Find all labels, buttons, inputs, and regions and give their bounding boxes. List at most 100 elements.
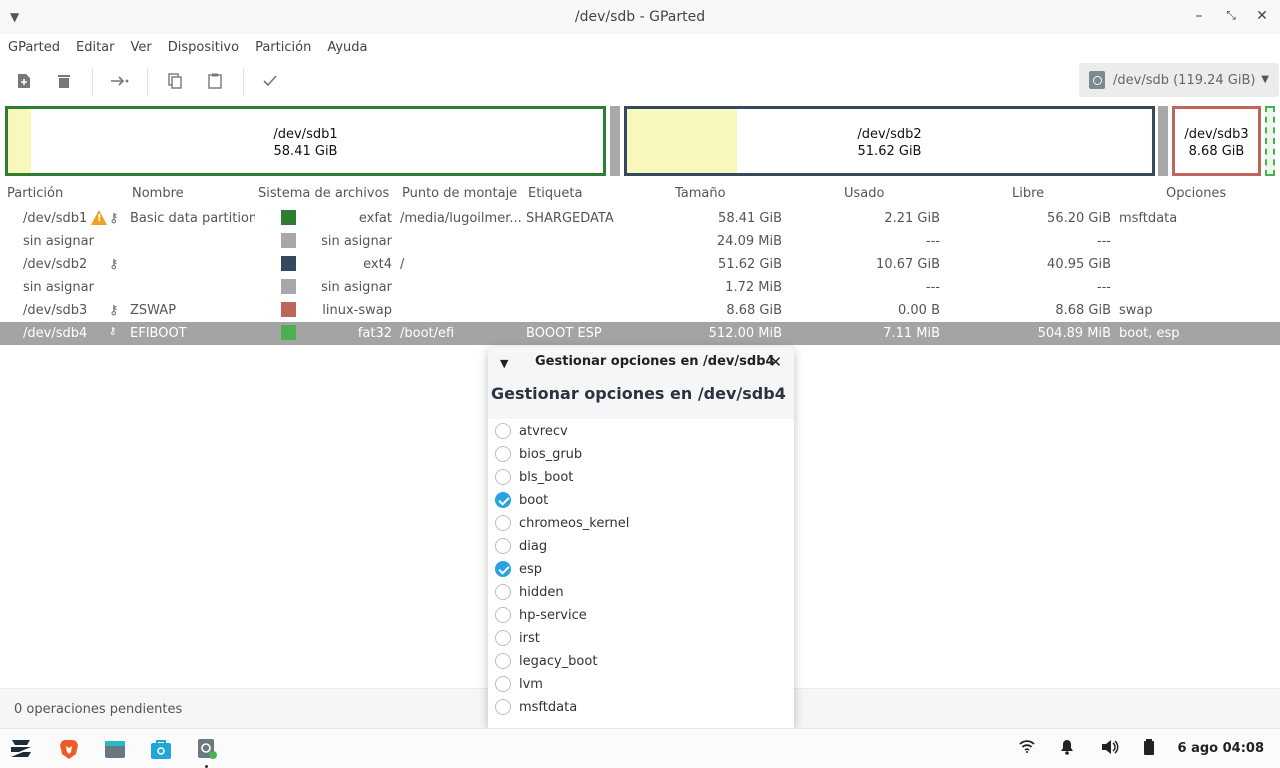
flag-item[interactable]: bios_grub	[488, 443, 794, 466]
flag-item[interactable]: esp	[488, 558, 794, 581]
column-header[interactable]: Opciones	[1166, 186, 1226, 201]
close-icon[interactable]: ✕	[1252, 8, 1272, 24]
flag-item[interactable]: diag	[488, 535, 794, 558]
restore-icon[interactable]: ⤡	[1221, 8, 1241, 23]
cell-flags: boot, esp	[1119, 326, 1180, 341]
checkbox-unchecked[interactable]	[495, 423, 511, 439]
flag-label: irst	[519, 631, 540, 646]
device-selector-label: /dev/sdb (119.24 GiB)	[1113, 72, 1256, 88]
flag-item[interactable]: lvm	[488, 673, 794, 696]
column-header[interactable]: Punto de montaje	[402, 186, 517, 201]
fs-color-swatch	[281, 233, 296, 248]
flag-item[interactable]: hidden	[488, 581, 794, 604]
flag-item[interactable]: bls_boot	[488, 466, 794, 489]
notifications-icon[interactable]	[1060, 739, 1074, 759]
column-header[interactable]: Etiqueta	[528, 186, 582, 201]
map-partition-size: 51.62 GiB	[857, 144, 922, 159]
battery-icon[interactable]	[1143, 739, 1155, 759]
checkbox-unchecked[interactable]	[495, 653, 511, 669]
menu-dispositivo[interactable]: Dispositivo	[160, 36, 247, 60]
flag-item[interactable]: boot	[488, 489, 794, 512]
device-selector[interactable]: /dev/sdb (119.24 GiB) ▼	[1079, 63, 1279, 97]
gparted-icon[interactable]	[196, 738, 218, 760]
flag-item[interactable]: legacy_boot	[488, 650, 794, 673]
copy-icon[interactable]	[163, 70, 187, 92]
checkbox-checked[interactable]	[495, 561, 511, 577]
brave-browser-icon[interactable]	[58, 738, 80, 760]
checkbox-unchecked[interactable]	[495, 676, 511, 692]
menu-ayuda[interactable]: Ayuda	[319, 36, 375, 60]
flag-label: boot	[519, 493, 549, 508]
table-row[interactable]: sin asignar sin asignar 1.72 MiB --- ---	[0, 276, 1280, 299]
software-store-icon[interactable]	[150, 738, 172, 760]
table-row-selected[interactable]: /dev/sdb4 ⚷ EFIBOOT fat32 /boot/efi BOOO…	[0, 322, 1280, 345]
checkbox-unchecked[interactable]	[495, 584, 511, 600]
column-header[interactable]: Partición	[7, 186, 63, 201]
map-partition-sdb4[interactable]	[1265, 106, 1275, 176]
cell-mountpoint: /boot/efi	[400, 326, 455, 341]
cell-free: ---	[1096, 234, 1111, 249]
taskbar: 6 ago 04:08	[0, 728, 1280, 768]
new-partition-icon[interactable]	[12, 70, 36, 92]
file-manager-icon[interactable]	[104, 738, 126, 760]
flag-label: atvrecv	[519, 424, 568, 439]
title-bar: ▼ /dev/sdb - GParted – ⤡ ✕	[0, 0, 1280, 34]
dialog-menu-icon[interactable]: ▼	[500, 357, 508, 370]
table-row[interactable]: /dev/sdb2 ⚷ ext4 / 51.62 GiB 10.67 GiB 4…	[0, 253, 1280, 276]
checkbox-unchecked[interactable]	[495, 515, 511, 531]
cell-free: 56.20 GiB	[1047, 211, 1111, 226]
checkbox-unchecked[interactable]	[495, 630, 511, 646]
map-partition-name: /dev/sdb1	[273, 127, 338, 142]
menu-bar: GParted Editar Ver Dispositivo Partición…	[0, 36, 1280, 60]
map-unallocated[interactable]	[610, 106, 620, 176]
map-unallocated[interactable]	[1158, 106, 1168, 176]
column-header[interactable]: Tamaño	[675, 186, 726, 201]
resize-move-icon[interactable]	[108, 70, 132, 92]
cell-name: EFIBOOT	[130, 326, 187, 341]
checkbox-unchecked[interactable]	[495, 699, 511, 715]
column-header[interactable]: Nombre	[132, 186, 184, 201]
checkbox-unchecked[interactable]	[495, 446, 511, 462]
menu-ver[interactable]: Ver	[123, 36, 160, 60]
cell-used: 0.00 B	[898, 303, 940, 318]
minimize-icon[interactable]: –	[1189, 8, 1209, 24]
table-row[interactable]: /dev/sdb3 ⚷ ZSWAP linux-swap 8.68 GiB 0.…	[0, 299, 1280, 322]
zorin-menu-icon[interactable]	[8, 738, 31, 760]
cell-size: 24.09 MiB	[716, 234, 782, 249]
map-partition-sdb2[interactable]: /dev/sdb2 51.62 GiB	[624, 106, 1155, 176]
clock[interactable]: 6 ago 04:08	[1178, 741, 1265, 756]
flag-item[interactable]: atvrecv	[488, 420, 794, 443]
flag-item[interactable]: chromeos_kernel	[488, 512, 794, 535]
flag-label: legacy_boot	[519, 654, 598, 669]
map-partition-sdb3[interactable]: /dev/sdb3 8.68 GiB	[1172, 106, 1261, 176]
table-row[interactable]: /dev/sdb1 ⚷ Basic data partition exfat /…	[0, 207, 1280, 230]
checkbox-checked[interactable]	[495, 492, 511, 508]
checkbox-unchecked[interactable]	[495, 538, 511, 554]
column-header[interactable]: Usado	[844, 186, 884, 201]
flag-item[interactable]: irst	[488, 627, 794, 650]
menu-particion[interactable]: Partición	[247, 36, 319, 60]
disk-icon	[1089, 71, 1105, 89]
cell-label: BOOOT ESP	[526, 326, 602, 341]
checkbox-unchecked[interactable]	[495, 607, 511, 623]
checkbox-unchecked[interactable]	[495, 469, 511, 485]
dialog-close-icon[interactable]: ✕	[769, 353, 782, 371]
map-partition-sdb1[interactable]: /dev/sdb1 58.41 GiB	[5, 106, 606, 176]
flag-item[interactable]: msftdata	[488, 696, 794, 719]
cell-filesystem: sin asignar	[321, 280, 392, 295]
wifi-icon[interactable]	[1019, 739, 1035, 757]
volume-icon[interactable]	[1101, 739, 1119, 759]
column-header[interactable]: Sistema de archivos	[258, 186, 389, 201]
column-header[interactable]: Libre	[1012, 186, 1044, 201]
menu-gparted[interactable]: GParted	[0, 36, 68, 60]
apply-icon[interactable]	[258, 70, 282, 92]
fs-color-swatch	[281, 325, 296, 340]
flag-item[interactable]: hp-service	[488, 604, 794, 627]
flag-label: hp-service	[519, 608, 587, 623]
menu-editar[interactable]: Editar	[68, 36, 123, 60]
paste-icon[interactable]	[203, 70, 227, 92]
table-row[interactable]: sin asignar sin asignar 24.09 MiB --- --…	[0, 230, 1280, 253]
key-icon: ⚷	[109, 326, 117, 337]
delete-icon[interactable]	[52, 70, 76, 92]
pending-operations: 0 operaciones pendientes	[14, 702, 183, 717]
